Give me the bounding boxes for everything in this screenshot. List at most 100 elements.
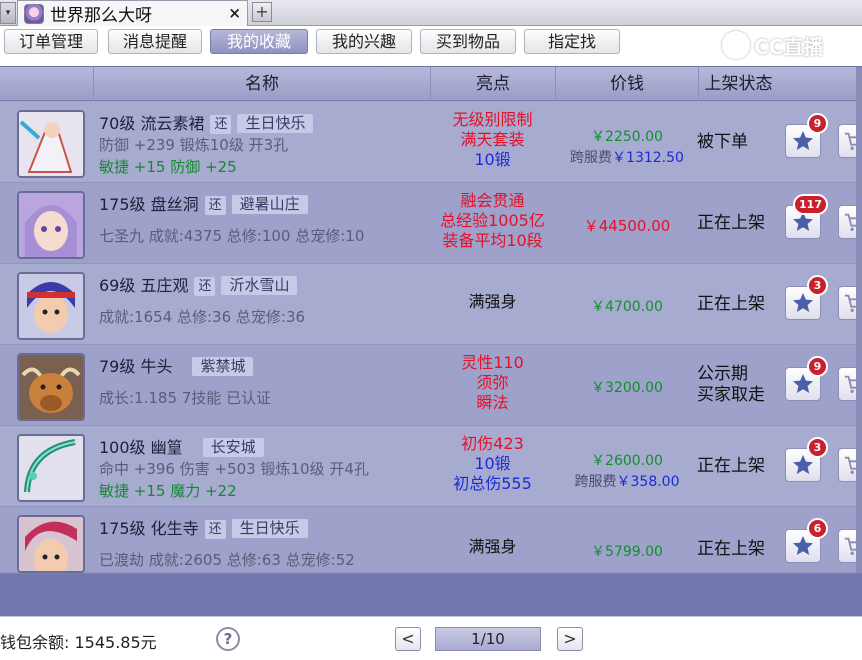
item-avatar [17,110,85,178]
logo: CC直播 [722,30,823,60]
server-badge: 生日快乐 [237,114,314,133]
item-highlights: 灵性110 须弥 瞬法 [430,353,555,413]
cross-server-fee: 跨服费￥358.00 [556,471,698,491]
item-highlights: 初伤423 10锻 初总伤555 [430,434,555,494]
item-attr-1: 已渡劫 成就:2605 总修:63 总宠修:52 [99,551,355,569]
next-page-button[interactable]: > [557,627,583,651]
highlight-line: 无级别限制 [452,110,533,129]
favorite-button[interactable]: 9 [785,113,828,158]
item-level-name: 175级 化生寺 [99,519,199,538]
nav-interests-button[interactable]: 我的兴趣 [316,29,412,54]
prev-page-button[interactable]: < [395,627,421,651]
header-price: 价钱 [555,67,698,101]
highlight-line: 初总伤555 [453,474,532,493]
item-attr-1: 成长:1.185 7技能 已认证 [99,389,272,407]
item-price: ￥4700.00 [591,299,663,315]
item-highlights: 满强身 [430,537,555,557]
highlight-line: 满强身 [468,537,517,556]
server-badge: 长安城 [202,438,264,457]
item-status: 正在上架 [697,294,765,314]
item-price: ￥2600.00 [591,453,663,469]
server-badge: 紫禁城 [192,357,254,376]
help-icon[interactable]: ? [216,627,240,651]
favorite-count-badge: 3 [807,437,828,458]
item-name: 79级 牛头 紫禁城 [99,353,254,377]
tab-avatar-icon [24,3,44,24]
item-attr-1: 成就:1654 总修:36 总宠修:36 [99,308,306,326]
favorite-button[interactable]: 3 [785,437,828,482]
item-level-name: 100级 幽篁 [99,438,183,457]
item-level-name: 70级 流云素裙 [99,114,205,133]
footer-bar: 钱包余额: 1545.85元 ? < 1/10 > [0,616,862,660]
favorite-button[interactable]: 6 [785,518,828,563]
item-attr-1: 防御 +239 锻炼10级 开3孔 [99,136,289,154]
nav-messages-button[interactable]: 消息提醒 [108,29,202,54]
header-highlight: 亮点 [430,67,555,101]
nav-bought-button[interactable]: 买到物品 [420,29,516,54]
item-attr-1: 命中 +396 伤害 +503 锻炼10级 开4孔 [99,460,369,478]
item-status: 正在上架 [697,539,765,559]
item-status: 正在上架 [697,456,765,476]
tag-badge: 还 [210,115,232,134]
tab-title: 世界那么大呀 [50,6,152,26]
item-avatar [17,515,85,573]
item-highlights: 满强身 [430,292,555,312]
scrollbar[interactable] [856,67,862,573]
table-row[interactable]: 69级 五庄观还沂水雪山 成就:1654 总修:36 总宠修:36 满强身 ￥4… [0,264,862,345]
item-avatar [17,353,85,421]
cross-server-fee: 跨服费￥1312.50 [556,147,698,167]
tab-main[interactable]: 世界那么大呀 × [17,0,248,26]
item-price: ￥44500.00 [583,217,671,235]
table-row[interactable]: 70级 流云素裙还生日快乐 防御 +239 锻炼10级 开3孔 敏捷 +15 防… [0,102,862,183]
highlight-line: 须弥 [476,373,509,392]
tab-dropdown-button[interactable]: ▾ [0,2,16,24]
table-row[interactable]: 100级 幽篁 长安城 命中 +396 伤害 +503 锻炼10级 开4孔 敏捷 … [0,426,862,507]
favorite-count-badge: 3 [807,275,828,296]
favorite-count-badge: 9 [807,356,828,377]
highlight-line: 瞬法 [476,393,509,412]
item-status: 公示期 买家取走 [697,364,765,405]
tag-badge: 还 [194,277,216,296]
header-name: 名称 [93,67,430,101]
fee-value: ￥358.00 [616,474,680,490]
table-header: 名称 亮点 价钱 上架状态 [0,67,862,101]
table-row[interactable]: 79级 牛头 紫禁城 成长:1.185 7技能 已认证 灵性110 须弥 瞬法 ￥… [0,345,862,426]
nav-orders-button[interactable]: 订单管理 [4,29,98,54]
header-status: 上架状态 [698,67,778,101]
item-price: ￥3200.00 [591,380,663,396]
favorite-button[interactable]: 9 [785,356,828,401]
highlight-line: 融会贯通 [460,191,525,210]
item-avatar [17,191,85,259]
item-attr-2: 敏捷 +15 魔力 +22 [99,482,237,500]
table-row[interactable]: 175级 化生寺还生日快乐 已渡劫 成就:2605 总修:63 总宠修:52 满… [0,507,862,573]
favorite-button[interactable]: 3 [785,275,828,320]
item-attr-2: 敏捷 +15 防御 +25 [99,158,237,176]
item-name: 69级 五庄观还沂水雪山 [99,272,298,296]
fee-label: 跨服费 [574,474,617,490]
favorites-panel: 名称 亮点 价钱 上架状态 70级 流云素裙还生日快乐 防御 +239 锻炼10… [0,66,862,573]
highlight-line: 灵性110 [461,353,524,372]
highlight-line: 总经验1005亿 [440,211,545,230]
wallet-balance: 钱包余额: 1545.85元 [0,633,157,652]
item-name: 175级 盘丝洞还避暑山庄 [99,191,308,215]
item-name: 70级 流云素裙还生日快乐 [99,110,314,134]
tab-close-button[interactable]: × [228,4,241,22]
item-name: 175级 化生寺还生日快乐 [99,515,308,539]
favorite-count-badge: 9 [807,113,828,134]
highlight-line: 装备平均10段 [442,231,543,250]
item-level-name: 79级 牛头 [99,357,173,376]
table-row[interactable]: 175级 盘丝洞还避暑山庄 七圣九 成就:4375 总修:100 总宠修:10 … [0,183,862,264]
server-badge: 避暑山庄 [231,195,308,214]
server-badge: 沂水雪山 [221,276,298,295]
favorite-button[interactable]: 117 [785,194,828,239]
new-tab-button[interactable]: + [252,2,272,22]
highlight-line: 10锻 [474,150,511,169]
nav-favorites-button[interactable]: 我的收藏 [210,29,308,54]
item-highlights: 无级别限制 满天套装 10锻 [430,110,555,170]
favorite-count-badge: 117 [793,194,828,215]
nav-search-button[interactable]: 指定找 [524,29,620,54]
panel-bottom [0,574,862,616]
item-level-name: 69级 五庄观 [99,276,189,295]
logo-icon [722,31,750,59]
tag-badge: 还 [204,196,226,215]
